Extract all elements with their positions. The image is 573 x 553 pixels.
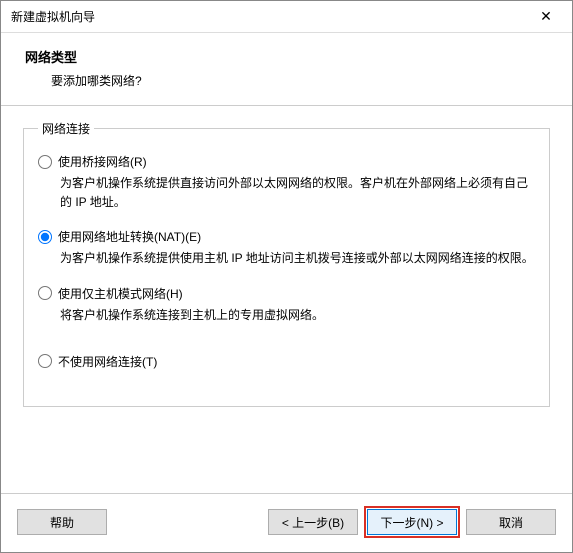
network-connection-group: 网络连接 使用桥接网络(R) 为客户机操作系统提供直接访问外部以太网网络的权限。… — [23, 120, 550, 407]
radio-label: 使用网络地址转换(NAT)(E) — [58, 228, 201, 245]
cancel-button[interactable]: 取消 — [466, 509, 556, 535]
radio-bridged[interactable] — [38, 155, 52, 169]
wizard-dialog: 新建虚拟机向导 ✕ 网络类型 要添加哪类网络? 网络连接 使用桥接网络(R) 为… — [0, 0, 573, 553]
help-button[interactable]: 帮助 — [17, 509, 107, 535]
option-none: 不使用网络连接(T) — [38, 353, 535, 370]
wizard-header: 网络类型 要添加哪类网络? — [1, 33, 572, 106]
radio-nat[interactable] — [38, 230, 52, 244]
page-title: 网络类型 — [25, 47, 548, 66]
page-subtitle: 要添加哪类网络? — [25, 66, 548, 89]
option-nat: 使用网络地址转换(NAT)(E) 为客户机操作系统提供使用主机 IP 地址访问主… — [38, 228, 535, 268]
option-hostonly: 使用仅主机模式网络(H) 将客户机操作系统连接到主机上的专用虚拟网络。 — [38, 285, 535, 325]
option-desc: 将客户机操作系统连接到主机上的专用虚拟网络。 — [38, 302, 535, 325]
option-desc: 为客户机操作系统提供直接访问外部以太网网络的权限。客户机在外部网络上必须有自己的… — [38, 170, 535, 212]
radio-row-nat[interactable]: 使用网络地址转换(NAT)(E) — [38, 228, 535, 245]
radio-label: 使用仅主机模式网络(H) — [58, 285, 183, 302]
wizard-footer: 帮助 < 上一步(B) 下一步(N) > 取消 — [1, 493, 572, 552]
radio-row-hostonly[interactable]: 使用仅主机模式网络(H) — [38, 285, 535, 302]
close-icon[interactable]: ✕ — [530, 1, 562, 33]
wizard-content: 网络连接 使用桥接网络(R) 为客户机操作系统提供直接访问外部以太网网络的权限。… — [1, 106, 572, 493]
radio-row-none[interactable]: 不使用网络连接(T) — [38, 353, 535, 370]
group-legend: 网络连接 — [38, 120, 94, 137]
option-desc: 为客户机操作系统提供使用主机 IP 地址访问主机拨号连接或外部以太网网络连接的权… — [38, 245, 535, 268]
next-button[interactable]: 下一步(N) > — [367, 509, 457, 535]
next-button-highlight: 下一步(N) > — [364, 506, 460, 538]
radio-hostonly[interactable] — [38, 286, 52, 300]
window-title: 新建虚拟机向导 — [11, 8, 530, 25]
option-bridged: 使用桥接网络(R) 为客户机操作系统提供直接访问外部以太网网络的权限。客户机在外… — [38, 153, 535, 212]
radio-label: 使用桥接网络(R) — [58, 153, 147, 170]
radio-label: 不使用网络连接(T) — [58, 353, 157, 370]
back-button[interactable]: < 上一步(B) — [268, 509, 358, 535]
radio-none[interactable] — [38, 354, 52, 368]
titlebar: 新建虚拟机向导 ✕ — [1, 1, 572, 33]
radio-row-bridged[interactable]: 使用桥接网络(R) — [38, 153, 535, 170]
